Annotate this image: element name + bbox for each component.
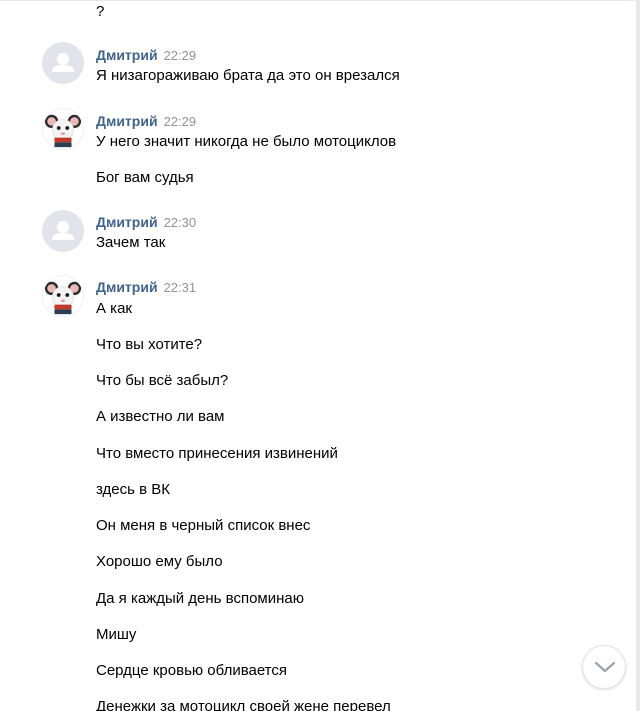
- avatar[interactable]: [42, 42, 84, 84]
- message-text: Сердце кровью обливается: [96, 662, 288, 679]
- message-text: У него значит никогда не было мотоциклов: [96, 133, 397, 150]
- message-text: Хорошо ему было: [96, 553, 223, 570]
- author-name[interactable]: Дмитрий: [96, 279, 158, 295]
- message-text: Бог вам судья: [96, 169, 194, 186]
- chat-history: ? Дмитрий 22:29 Я низагораживаю брата да …: [0, 0, 640, 711]
- rat-photo: [43, 276, 83, 316]
- avatar[interactable]: [42, 210, 84, 252]
- default-user-icon: [52, 221, 74, 240]
- message-text: Денежки за мотоцикл своей жене перевел: [96, 698, 391, 711]
- message-text: Что вы хотите?: [96, 336, 203, 353]
- message-time[interactable]: 22:30: [164, 215, 197, 230]
- message-text: Он меня в черный список внес: [96, 517, 311, 534]
- message-header: Дмитрий 22:30: [96, 213, 196, 232]
- author-name[interactable]: Дмитрий: [96, 214, 158, 230]
- top-divider: [0, 0, 640, 1]
- message-header: Дмитрий 22:29: [96, 46, 196, 65]
- message-time[interactable]: 22:31: [164, 280, 197, 295]
- message-time[interactable]: 22:29: [164, 48, 197, 63]
- message-text: Зачем так: [96, 234, 166, 251]
- message-text: А как: [96, 300, 132, 317]
- message-text: Я низагораживаю брата да это он врезался: [96, 67, 400, 84]
- message-text: здесь в ВК: [96, 481, 171, 498]
- avatar[interactable]: [42, 275, 84, 317]
- message-fragment: ?: [96, 3, 105, 20]
- avatar[interactable]: [42, 108, 84, 150]
- chevron-down-icon: [594, 661, 616, 673]
- author-name[interactable]: Дмитрий: [96, 113, 158, 129]
- scrollbar-track[interactable]: [636, 0, 640, 711]
- message-text: А известно ли вам: [96, 408, 225, 425]
- message-text: Да я каждый день вспоминаю: [96, 590, 305, 607]
- message-header: Дмитрий 22:31: [96, 278, 196, 297]
- message-time[interactable]: 22:29: [164, 114, 197, 129]
- default-user-icon: [52, 53, 74, 72]
- message-text: Мишу: [96, 626, 137, 643]
- message-text: Что бы всё забыл?: [96, 372, 229, 389]
- author-name[interactable]: Дмитрий: [96, 47, 158, 63]
- message-text: Что вместо принесения извинений: [96, 445, 338, 462]
- message-header: Дмитрий 22:29: [96, 112, 196, 131]
- scroll-down-button[interactable]: [582, 645, 626, 689]
- rat-photo: [43, 109, 83, 149]
